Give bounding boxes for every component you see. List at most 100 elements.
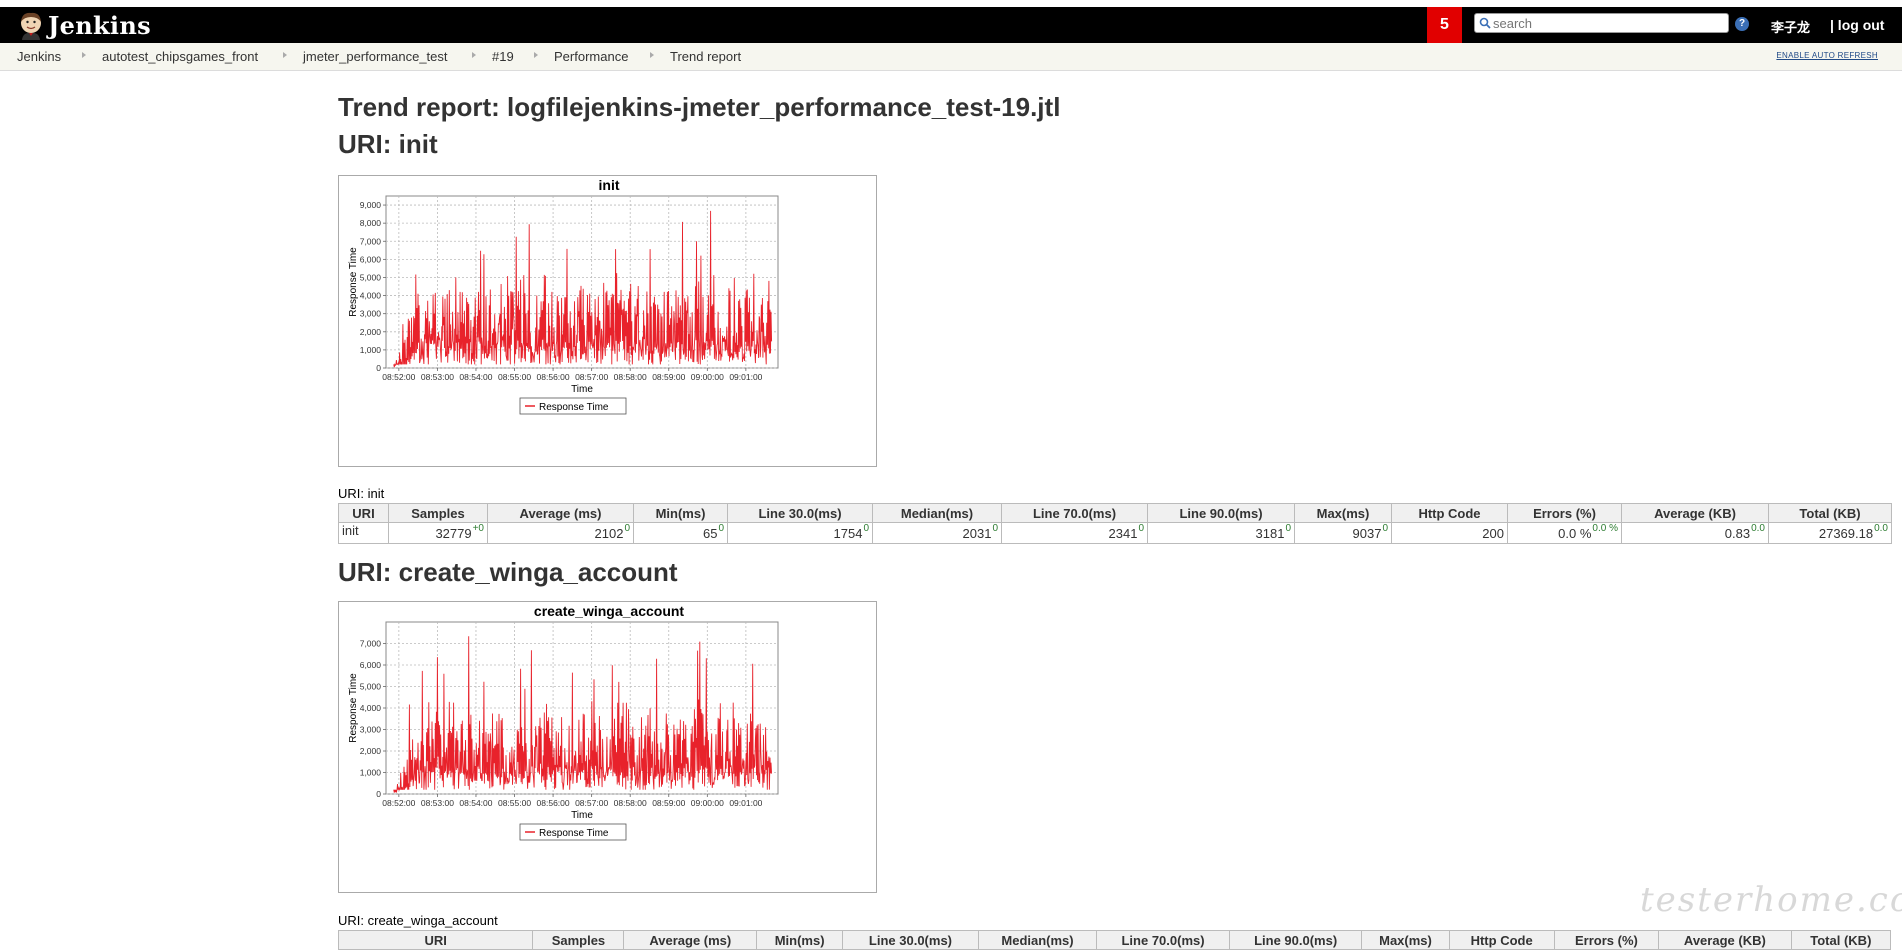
col-header-line70[interactable]: Line 70.0(ms) — [1096, 930, 1230, 950]
col-header-line70[interactable]: Line 70.0(ms) — [1001, 503, 1148, 523]
col-header-line30[interactable]: Line 30.0(ms) — [842, 930, 979, 950]
user-name-link[interactable]: 李子龙 — [1771, 17, 1810, 36]
breadcrumb-job[interactable]: autotest_chipsgames_front — [102, 49, 258, 64]
table-row: init 32779+0 21020 650 17540 20310 23410… — [338, 522, 1892, 544]
cell-value: 9037 — [1352, 525, 1382, 541]
cell-value: 65 — [702, 525, 718, 541]
table-header-row: URI Samples Average (ms) Min(ms) Line 30… — [337, 930, 1892, 950]
y-tick-label: 3,000 — [360, 309, 382, 319]
breadcrumb-performance[interactable]: Performance — [554, 49, 628, 64]
enable-auto-refresh-link[interactable]: ENABLE AUTO REFRESH — [1776, 51, 1878, 60]
x-tick-label: 08:56:00 — [537, 798, 570, 808]
col-header-avg-kb[interactable]: Average (KB) — [1621, 503, 1769, 523]
col-header-max[interactable]: Max(ms) — [1294, 503, 1392, 523]
cell-value: 0.83 — [1724, 525, 1751, 541]
cell-diff: 0.0 — [1751, 522, 1765, 534]
x-tick-label: 08:54:00 — [459, 798, 492, 808]
col-header-errors[interactable]: Errors (%) — [1507, 503, 1622, 523]
x-tick-label: 08:52:00 — [382, 372, 415, 382]
col-header-average[interactable]: Average (ms) — [487, 503, 634, 523]
legend-label: Response Time — [539, 828, 609, 839]
x-axis-label: Time — [571, 810, 593, 821]
breadcrumb-jenkins[interactable]: Jenkins — [17, 49, 61, 64]
x-tick-label: 08:57:00 — [575, 372, 608, 382]
col-header-errors[interactable]: Errors (%) — [1553, 930, 1660, 950]
breadcrumb-trend-report[interactable]: Trend report — [670, 49, 741, 64]
x-axis-label: Time — [571, 384, 593, 395]
search-box — [1474, 13, 1729, 33]
breadcrumb-project[interactable]: jmeter_performance_test — [303, 49, 448, 64]
col-header-average[interactable]: Average (ms) — [623, 930, 758, 950]
cell-avg-kb: 0.830.0 — [1621, 522, 1769, 544]
stats-table-create-winga-account: URI Samples Average (ms) Min(ms) Line 30… — [337, 930, 1892, 950]
col-header-total-kb[interactable]: Total (KB) — [1790, 930, 1892, 950]
col-header-line30[interactable]: Line 30.0(ms) — [727, 503, 873, 523]
y-tick-label: 3,000 — [360, 725, 382, 735]
x-tick-label: 08:53:00 — [421, 798, 454, 808]
table-caption-init: URI: init — [338, 486, 385, 501]
search-input[interactable] — [1493, 14, 1723, 32]
chart-create-winga-account: create_winga_account 0 1,000 2,000 3,000 4,00… — [338, 601, 877, 893]
jenkins-logo[interactable]: Jenkins — [16, 10, 151, 40]
cell-diff: 0 — [1138, 522, 1144, 534]
col-header-max[interactable]: Max(ms) — [1361, 930, 1450, 950]
col-header-avg-kb[interactable]: Average (KB) — [1658, 930, 1792, 950]
cell-value: 27369.18 — [1818, 525, 1874, 541]
cell-errors: 0.0 %0.0 % — [1507, 522, 1622, 544]
col-header-uri[interactable]: URI — [337, 930, 534, 950]
y-tick-label: 6,000 — [360, 660, 382, 670]
x-tick-label: 08:53:00 — [421, 372, 454, 382]
y-tick-label: 7,000 — [360, 639, 382, 649]
x-tick-label: 09:00:00 — [691, 798, 724, 808]
y-tick-label: 1,000 — [360, 768, 382, 778]
y-tick-label: 8,000 — [360, 218, 382, 228]
cell-line30: 17540 — [727, 522, 873, 544]
col-header-median[interactable]: Median(ms) — [872, 503, 1002, 523]
section-heading-create-winga-account: URI: create_winga_account — [338, 557, 678, 587]
cell-http-code: 200 — [1391, 522, 1508, 544]
response-time-chart-create-winga-account: create_winga_account 0 1,000 2,000 3,000 4,00… — [348, 603, 779, 841]
breadcrumb-separator-icon — [283, 52, 287, 58]
x-tick-label: 08:58:00 — [614, 798, 647, 808]
cell-value: 1754 — [833, 525, 863, 541]
x-tick-label: 08:55:00 — [498, 372, 531, 382]
y-tick-label: 9,000 — [360, 200, 382, 210]
col-header-samples[interactable]: Samples — [388, 503, 488, 523]
x-tick-label: 09:00:00 — [691, 372, 724, 382]
col-header-line90[interactable]: Line 90.0(ms) — [1228, 930, 1363, 950]
cell-diff: 0 — [1285, 522, 1291, 534]
breadcrumb-separator-icon — [472, 52, 476, 58]
col-header-median[interactable]: Median(ms) — [977, 930, 1098, 950]
cell-uri: init — [338, 522, 389, 544]
logout-link[interactable]: | log out — [1830, 17, 1884, 33]
search-icon — [1479, 17, 1491, 29]
col-header-http-code[interactable]: Http Code — [1448, 930, 1555, 950]
col-header-uri[interactable]: URI — [338, 503, 389, 523]
x-tick-label: 08:57:00 — [575, 798, 608, 808]
notification-badge[interactable]: 5 — [1427, 7, 1462, 43]
col-header-http-code[interactable]: Http Code — [1391, 503, 1508, 523]
y-tick-label: 4,000 — [360, 703, 382, 713]
y-axis-label: Response Time — [348, 673, 359, 743]
breadcrumb-build[interactable]: #19 — [492, 49, 514, 64]
x-tick-label: 08:55:00 — [498, 798, 531, 808]
col-header-min[interactable]: Min(ms) — [756, 930, 844, 950]
cell-median: 20310 — [872, 522, 1002, 544]
x-tick-label: 08:59:00 — [652, 798, 685, 808]
breadcrumb-separator-icon — [82, 52, 86, 58]
col-header-line90[interactable]: Line 90.0(ms) — [1147, 503, 1295, 523]
help-icon[interactable]: ? — [1735, 17, 1749, 31]
cell-diff: 0 — [863, 522, 869, 534]
col-header-total-kb[interactable]: Total (KB) — [1768, 503, 1892, 523]
cell-diff: 0 — [1382, 522, 1388, 534]
cell-samples: 32779+0 — [388, 522, 488, 544]
x-tick-label: 09:01:00 — [729, 372, 762, 382]
breadcrumb-separator-icon — [534, 52, 538, 58]
y-tick-label: 0 — [376, 363, 381, 373]
chart-title: create_winga_account — [534, 603, 685, 619]
col-header-samples[interactable]: Samples — [532, 930, 625, 950]
col-header-min[interactable]: Min(ms) — [633, 503, 728, 523]
cell-diff: 0 — [718, 522, 724, 534]
cell-diff: 0.0 % — [1592, 522, 1618, 534]
y-tick-label: 0 — [376, 789, 381, 799]
